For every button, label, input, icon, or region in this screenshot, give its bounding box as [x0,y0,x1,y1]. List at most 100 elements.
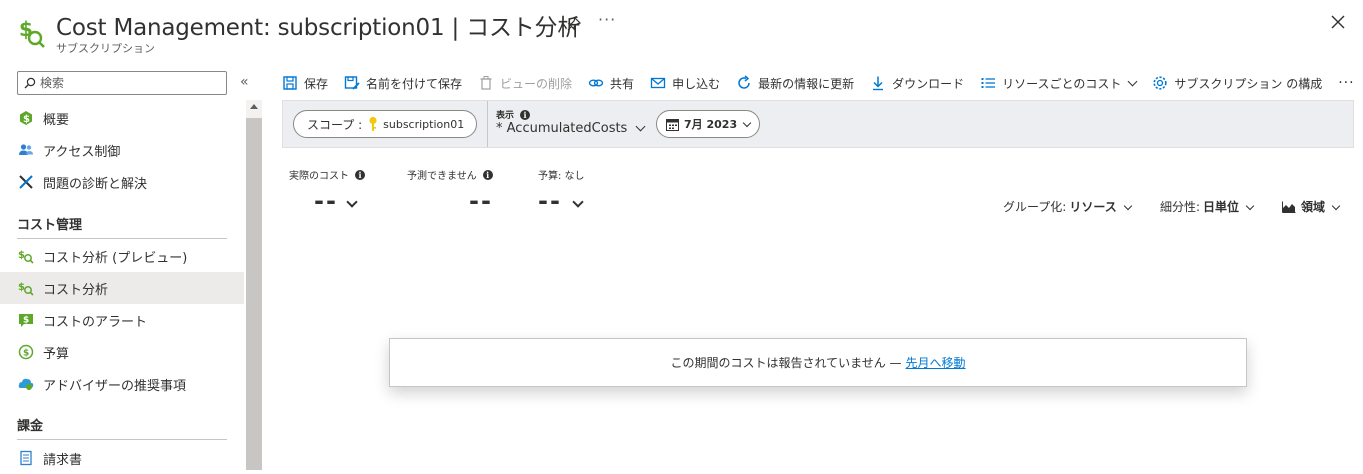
sidebar-item-label: 請求書 [43,452,83,468]
scope-label: スコープ : [307,117,363,132]
sidebar-item-label: コスト分析 [43,282,109,298]
cost-management-icon: $ [19,17,45,48]
page-title: Cost Management: subscription01 | コスト分析 [56,15,581,41]
chart-type-selector[interactable]: 領域 [1282,198,1341,215]
save-as-icon [344,75,360,91]
sidebar-item-advisor[interactable]: アドバイザーの推奨事項 [0,368,244,400]
forecast-label: 予測できません i [407,167,493,182]
sidebar-item-diagnose[interactable]: 問題の診断と解決 [0,166,244,198]
sidebar-item-budgets[interactable]: $ 予算 [0,336,244,368]
search-input[interactable] [40,74,220,92]
message-text: この期間のコストは報告されていません — [670,356,902,370]
collapse-sidebar-button[interactable]: « [240,74,249,90]
svg-text:$: $ [19,17,33,41]
sidebar-item-label: 予算 [43,346,70,362]
save-button[interactable]: 保存 [282,75,328,92]
granularity-selector[interactable]: 細分性: 日単位 [1160,198,1255,215]
chevron-down-icon [1331,198,1341,212]
svg-text:$: $ [23,349,29,359]
actual-cost-value[interactable]: -- [314,184,358,215]
sidebar-item-label: アクセス制御 [43,144,121,160]
svg-text:$: $ [18,250,25,261]
actual-cost-label: 実際のコスト i [289,167,365,182]
sidebar-item-invoices[interactable]: 請求書 [0,442,244,474]
chevron-down-icon [635,119,646,134]
chevron-down-icon [1245,198,1255,212]
divider [17,238,227,239]
refresh-icon [736,75,752,91]
chevron-down-icon [572,184,584,212]
delete-icon [478,75,494,91]
sidebar-item-overview[interactable]: $ 概要 [0,102,244,134]
advisor-icon [18,376,34,392]
scroll-up-arrow-icon[interactable] [250,104,258,109]
close-icon[interactable] [1330,14,1346,30]
alert-dollar-icon: $ [18,312,34,328]
pin-icon[interactable] [566,16,582,32]
sidebar-item-label: 概要 [43,112,70,128]
cost-dollar-icon: $ [18,110,34,126]
refresh-button[interactable]: 最新の情報に更新 [736,75,854,92]
divider [487,101,488,147]
chevron-down-icon [742,115,752,129]
svg-text:$: $ [18,282,25,293]
sidebar-item-label: 問題の診断と解決 [43,176,148,192]
gear-icon [1152,75,1168,91]
people-icon [18,142,34,158]
view-label: 表示 i [496,108,531,121]
delete-view-button[interactable]: ビューの削除 [478,75,572,92]
save-icon [282,75,298,91]
configure-subscription-button[interactable]: サブスクリプション の構成 [1152,75,1322,92]
section-billing: 課金 [17,419,44,434]
sidebar-item-cost-alerts[interactable]: $ コストのアラート [0,304,244,336]
more-commands-icon[interactable]: ··· [1338,75,1354,91]
cost-by-resource-button[interactable]: リソースごとのコスト [980,74,1138,92]
view-selector[interactable]: * AccumulatedCosts [496,119,646,136]
no-cost-message: この期間のコストは報告されていません — 先月へ移動 [389,338,1247,387]
divider [17,439,227,440]
chevron-down-icon [1127,74,1138,88]
search-icon [24,77,36,89]
share-button[interactable]: 共有 [588,75,634,92]
subscribe-button[interactable]: 申し込む [650,75,720,92]
group-by-selector[interactable]: グループ化: リソース [1003,198,1132,215]
cost-analysis-icon: $ [18,248,34,264]
scrollbar-thumb[interactable] [246,118,262,470]
page-header: $ Cost Management: subscription01 | コスト分… [0,0,1363,62]
invoice-icon [18,450,34,466]
calendar-icon [666,118,679,131]
list-icon [980,75,996,91]
filter-bar: スコープ : subscription01 表示 i * Accumulated… [282,100,1354,148]
link-icon [588,75,604,91]
sidebar-item-cost-analysis-preview[interactable]: $ コスト分析 (プレビュー) [0,240,244,272]
sidebar-item-label: コストのアラート [43,314,148,330]
page-subtitle: サブスクリプション [56,42,155,55]
scope-selector[interactable]: スコープ : subscription01 [293,110,477,138]
budget-icon: $ [18,344,34,360]
scope-value: subscription01 [383,117,465,131]
command-bar: 保存 名前を付けて保存 ビューの削除 共有 申し込む 最新の情報に更新 ダウンロ… [282,68,1355,98]
sidebar-item-cost-analysis[interactable]: $ コスト分析 [0,272,244,304]
info-icon[interactable]: i [520,109,531,120]
chevron-down-icon [346,184,358,212]
svg-text:$: $ [23,316,29,326]
info-icon[interactable]: i [482,169,493,180]
date-picker[interactable]: 7月 2023 [656,110,760,138]
download-icon [870,75,886,91]
chevron-down-icon [1123,198,1132,212]
budget-value[interactable]: -- [538,184,584,215]
sidebar-search[interactable] [17,71,227,95]
section-cost-management: コスト管理 [17,218,83,233]
info-icon[interactable]: i [355,169,365,180]
wrench-icon [18,174,34,190]
key-icon [368,116,378,132]
sidebar-item-label: アドバイザーの推奨事項 [43,378,187,394]
download-button[interactable]: ダウンロード [870,75,964,92]
more-options-icon[interactable]: ··· [598,10,616,29]
save-as-button[interactable]: 名前を付けて保存 [344,75,462,92]
sidebar-item-access-control[interactable]: アクセス制御 [0,134,244,166]
previous-month-link[interactable]: 先月へ移動 [906,354,966,371]
mail-icon [650,75,666,91]
cost-analysis-icon: $ [18,280,34,296]
area-chart-icon [1282,201,1296,213]
